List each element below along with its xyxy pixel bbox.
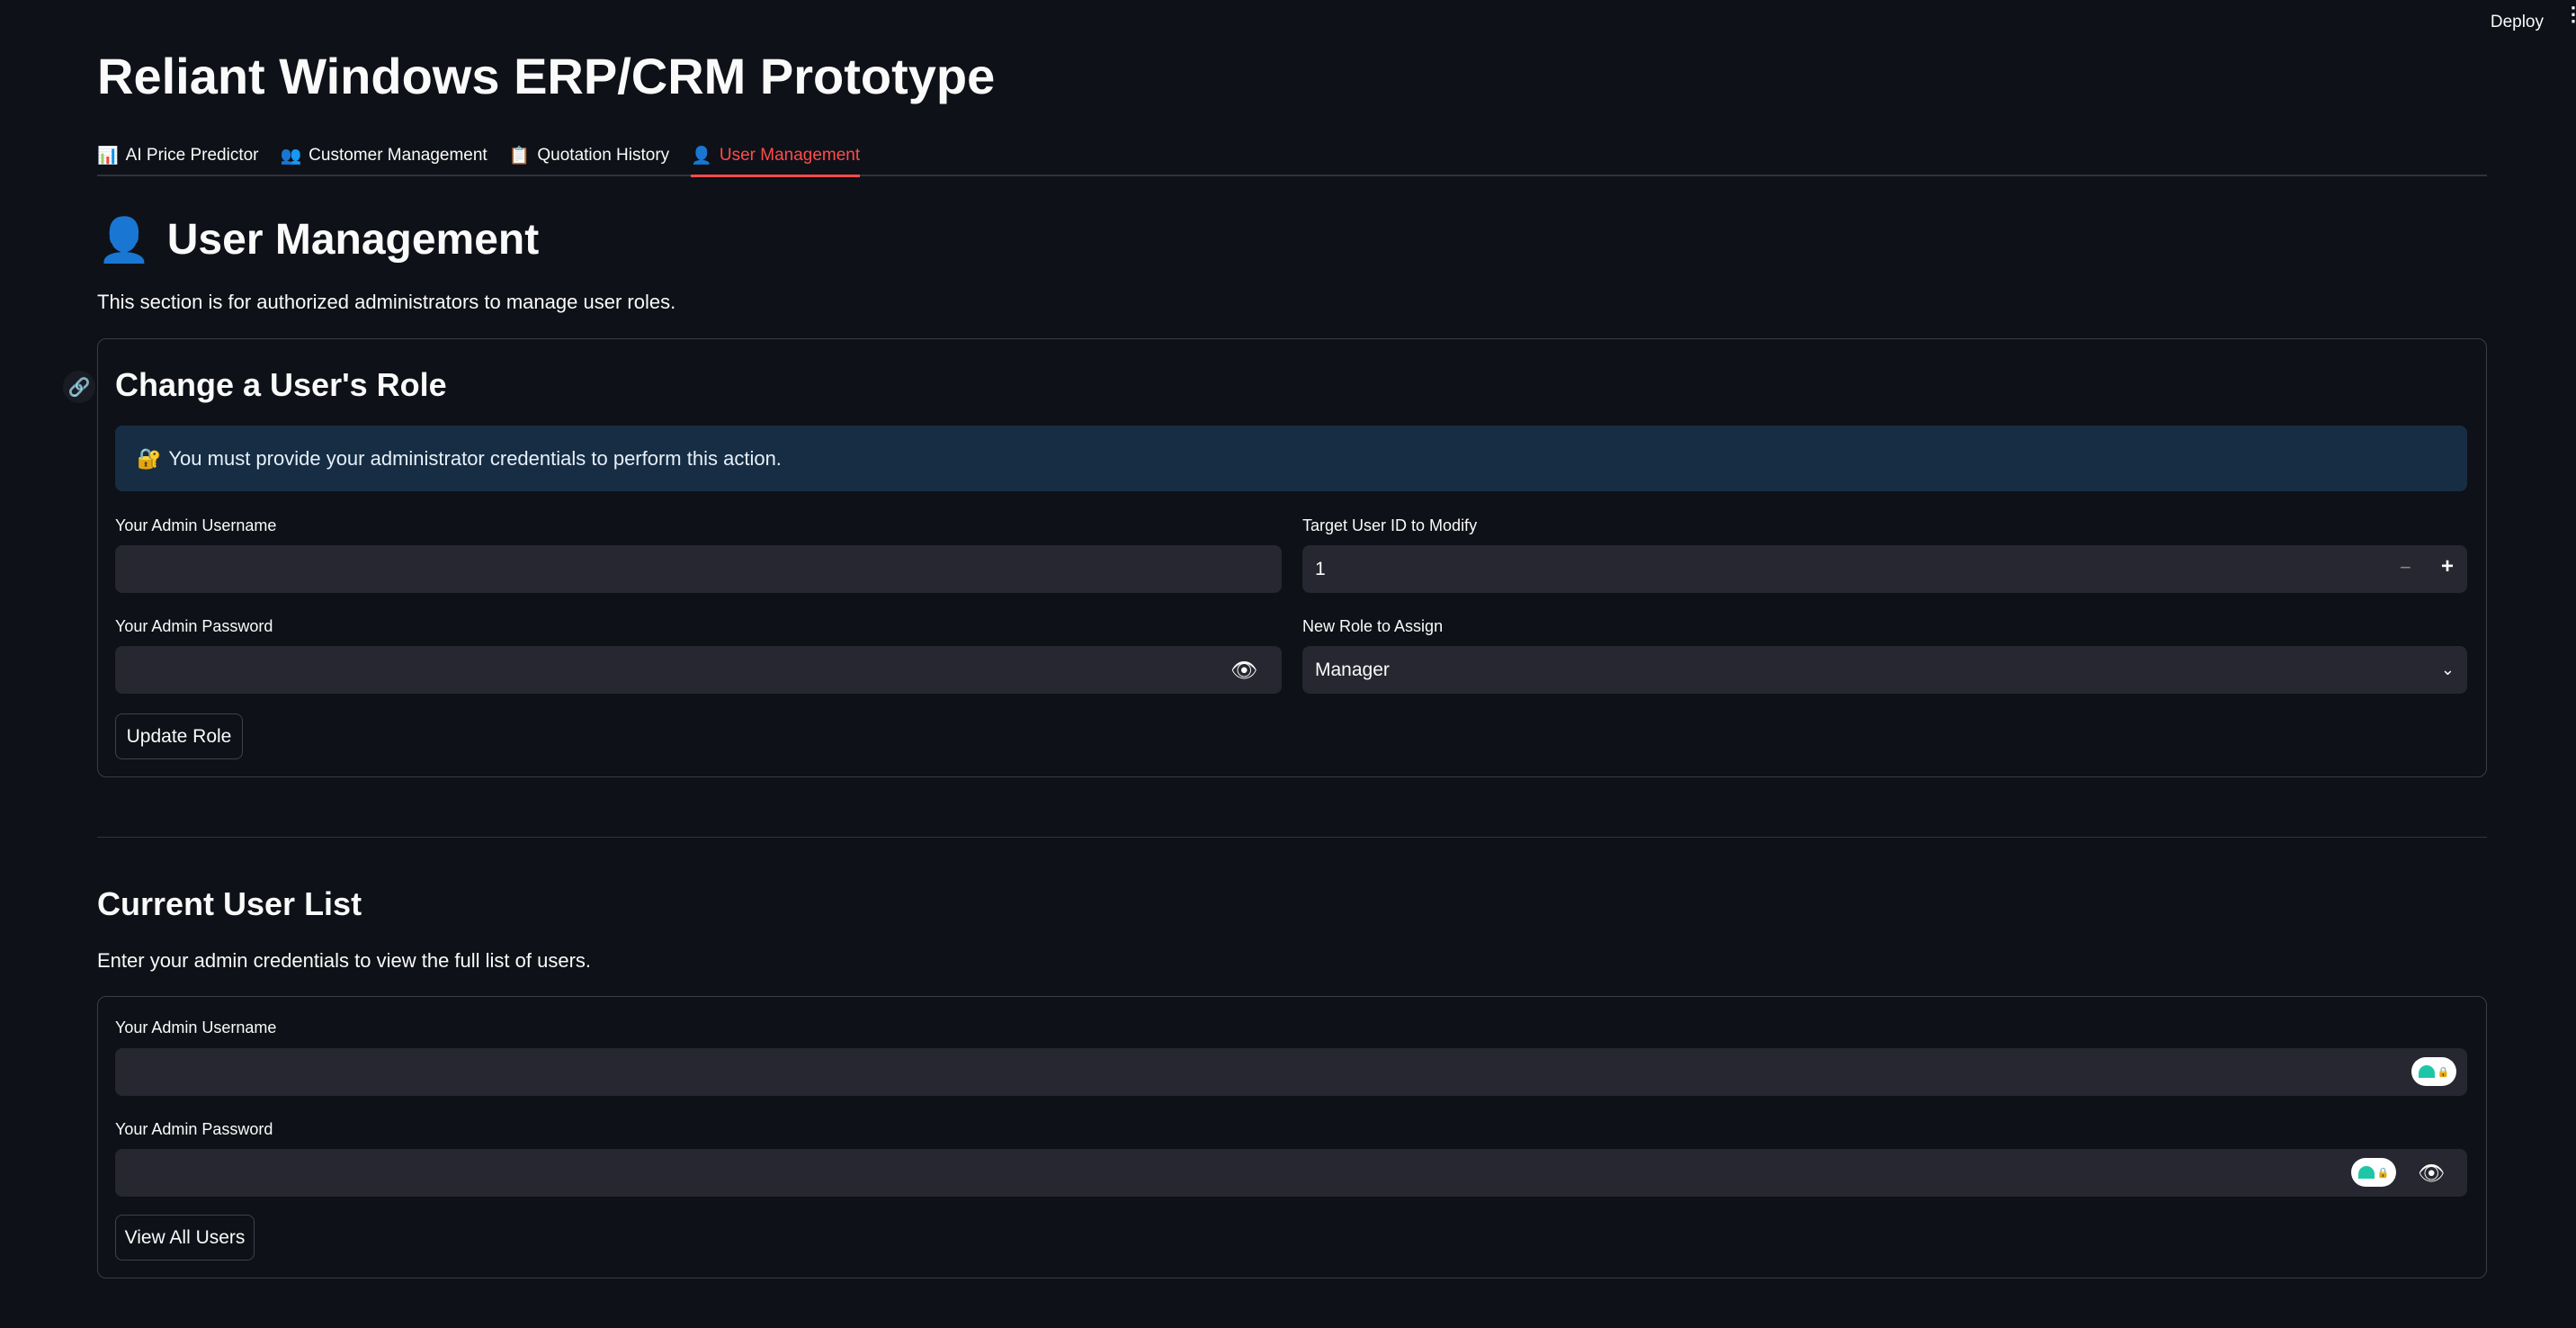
app-title: Reliant Windows ERP/CRM Prototype <box>97 48 996 104</box>
deploy-button[interactable]: Deploy <box>2491 13 2544 32</box>
user-list-description: Enter your admin credentials to view the… <box>97 949 592 972</box>
main-menu-icon[interactable]: ⋮ <box>2563 4 2576 24</box>
clipboard-icon: 📋 <box>508 147 531 166</box>
admin-username-label: Your Admin Username <box>115 516 277 534</box>
page-heading-text: User Management <box>166 216 540 264</box>
info-banner: 🔐 You must provide your administrator cre… <box>115 426 2467 491</box>
page-heading: 👤 User Management <box>97 214 539 265</box>
user-list-form <box>97 996 2487 1279</box>
page-description: This section is for authorized administr… <box>97 291 676 313</box>
tab-label: User Management <box>719 146 861 165</box>
decrement-button[interactable]: − <box>2400 556 2411 579</box>
link-icon[interactable]: 🔗 <box>63 371 95 403</box>
admin-username-input[interactable] <box>115 545 1282 593</box>
chart-icon: 📊 <box>97 147 119 166</box>
tab-label: Quotation History <box>537 146 670 165</box>
chevron-down-icon: ⌄ <box>2440 660 2455 678</box>
user-list-heading: Current User List <box>97 885 362 922</box>
tab-quotation-history[interactable]: 📋 Quotation History <box>509 137 669 175</box>
admin-password-label: Your Admin Password <box>115 617 273 635</box>
show-password-eye-icon[interactable]: 👁 <box>2418 1161 2445 1187</box>
tab-ai-price-predictor[interactable]: 📊 AI Price Predictor <box>97 137 259 175</box>
change-role-heading: Change a User's Role <box>115 366 447 403</box>
list-admin-password-label: Your Admin Password <box>115 1120 273 1138</box>
target-user-id-input[interactable]: 1 <box>1302 545 2467 593</box>
show-password-eye-icon[interactable]: 👁 <box>1230 658 1257 684</box>
tab-label: Customer Management <box>309 146 487 165</box>
new-role-select[interactable]: Manager ⌄ <box>1302 646 2467 694</box>
admin-password-input[interactable] <box>115 646 1282 694</box>
tab-user-management[interactable]: 👤 User Management <box>691 137 861 177</box>
divider <box>97 837 2487 838</box>
new-role-label: New Role to Assign <box>1302 617 1444 635</box>
password-manager-icon[interactable]: 🔒 <box>2351 1158 2396 1187</box>
list-admin-username-input[interactable] <box>115 1048 2467 1096</box>
user-icon: 👤 <box>691 147 712 166</box>
lock-key-icon: 🔐 <box>137 446 162 470</box>
users-icon: 👥 <box>280 147 302 166</box>
increment-button[interactable]: + <box>2441 554 2454 579</box>
selected-role: Manager <box>1315 659 1390 680</box>
password-manager-icon[interactable]: 🔒 <box>2411 1057 2456 1086</box>
list-admin-username-label: Your Admin Username <box>115 1018 277 1036</box>
info-text: You must provide your administrator cred… <box>168 446 782 470</box>
update-role-button[interactable]: Update Role <box>115 713 243 759</box>
target-user-id-value: 1 <box>1315 558 1326 579</box>
tab-bar: 📊 AI Price Predictor 👥 Customer Management… <box>97 137 2487 177</box>
list-admin-password-input[interactable] <box>115 1149 2467 1197</box>
target-user-id-label: Target User ID to Modify <box>1302 516 1478 534</box>
user-icon: 👤 <box>97 217 151 265</box>
tab-customer-management[interactable]: 👥 Customer Management <box>281 137 487 175</box>
view-all-users-button[interactable]: View All Users <box>115 1215 255 1261</box>
tab-label: AI Price Predictor <box>125 146 259 165</box>
